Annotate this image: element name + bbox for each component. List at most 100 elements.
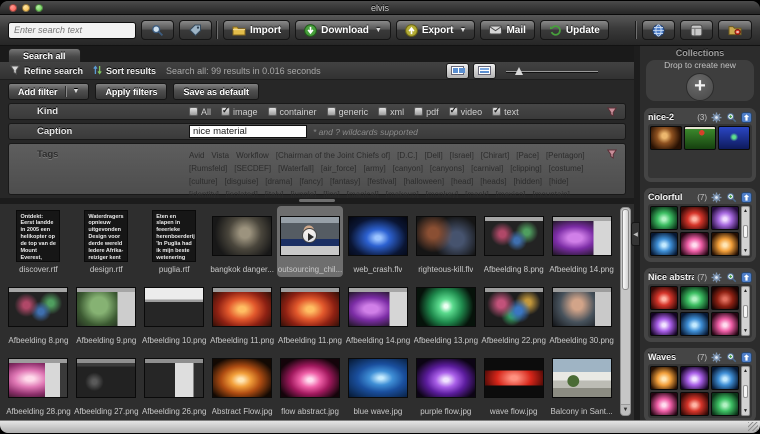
collection-thumb[interactable]	[711, 286, 739, 310]
zoom-icon[interactable]	[725, 111, 737, 123]
kind-checkbox-video[interactable]	[449, 107, 458, 116]
scroll-up-icon[interactable]: ▲	[743, 368, 748, 374]
asset-afbeelding-11-png[interactable]: Afbeelding 11.png	[209, 277, 276, 348]
collection-thumb[interactable]	[650, 206, 678, 230]
asset-afbeelding-13-png[interactable]: Afbeelding 13.png	[412, 277, 479, 348]
tag-item[interactable]: [Waterfall]	[278, 164, 314, 173]
gear-icon[interactable]	[710, 271, 722, 283]
collection-scrollbar[interactable]: ▲▼	[741, 206, 750, 256]
tag-item[interactable]: [fantasy]	[330, 177, 360, 186]
asset-discover-rtf[interactable]: Ontdekt: Eerst landde in 2005 een heliko…	[5, 206, 72, 277]
kind-checkbox-image[interactable]	[221, 107, 230, 116]
scroll-up-icon[interactable]: ▲	[743, 288, 748, 294]
tag-item[interactable]: [Chirart]	[481, 151, 509, 160]
export-icon[interactable]	[740, 351, 752, 363]
asset-afbeelding-10-png[interactable]: Afbeelding 10.png	[141, 277, 208, 348]
collection-thumb[interactable]	[711, 232, 739, 256]
vertical-splitter[interactable]: ◀	[634, 46, 640, 420]
asset-afbeelding-14-png[interactable]: Afbeelding 14.png	[548, 206, 615, 277]
collection-nice-abstracts[interactable]: Nice abstracts (7)▲▼	[644, 268, 756, 342]
asset-afbeelding-22-png[interactable]: Afbeelding 22.png	[480, 277, 547, 348]
browser-button[interactable]	[642, 20, 675, 40]
minimize-window-button[interactable]	[22, 4, 30, 12]
collection-thumb[interactable]	[718, 126, 750, 150]
refine-search-button[interactable]: Refine search	[10, 65, 83, 77]
collection-nice-2[interactable]: nice-2 (3)	[644, 108, 756, 182]
add-filter-button[interactable]: Add filter▼	[8, 83, 89, 100]
tag-search-button[interactable]	[179, 20, 212, 40]
tag-item[interactable]: [D.C.]	[397, 151, 417, 160]
zoom-icon[interactable]	[725, 271, 737, 283]
tag-item[interactable]: [festival]	[367, 177, 396, 186]
tag-item[interactable]: [culture]	[189, 177, 217, 186]
asset-bangkok-danger[interactable]: bangkok danger...	[209, 206, 276, 277]
apply-filters-button[interactable]: Apply filters	[95, 83, 167, 100]
zoom-icon[interactable]	[725, 191, 737, 203]
scroll-down-icon[interactable]: ▼	[743, 248, 748, 254]
thumbnail-size-slider[interactable]	[506, 64, 598, 78]
search-input[interactable]	[8, 22, 136, 39]
scroll-down-icon[interactable]: ▼	[621, 404, 630, 415]
tag-item[interactable]: Avid	[189, 151, 204, 160]
asset-afbeelding-8-png[interactable]: Afbeelding 8.png	[5, 277, 72, 348]
collection-thumb[interactable]	[680, 366, 708, 390]
asset-afbeelding-8-png[interactable]: Afbeelding 8.png	[480, 206, 547, 277]
gear-icon[interactable]	[710, 111, 722, 123]
asset-balcony-in-sant[interactable]: Balcony in Sant...	[548, 348, 615, 419]
tag-item[interactable]: [army]	[363, 164, 385, 173]
scrollbar-thumb[interactable]	[743, 225, 748, 238]
tag-item[interactable]: [canyon]	[393, 164, 423, 173]
kind-checkbox-container[interactable]	[268, 107, 277, 116]
asset-purple-flow-jpg[interactable]: purple flow.jpg	[412, 348, 479, 419]
collection-thumb[interactable]	[650, 392, 678, 416]
export-icon[interactable]	[740, 271, 752, 283]
collection-thumb[interactable]	[680, 206, 708, 230]
export-icon[interactable]	[740, 111, 752, 123]
zoom-window-button[interactable]	[35, 4, 43, 12]
scrollbar-thumb[interactable]	[622, 209, 629, 290]
collection-thumb[interactable]	[711, 206, 739, 230]
tag-item[interactable]: [costume]	[549, 164, 584, 173]
tag-item[interactable]: [carnival]	[471, 164, 503, 173]
slider-handle[interactable]	[515, 67, 523, 75]
scroll-down-icon[interactable]: ▼	[743, 328, 748, 334]
import-button[interactable]: Import	[223, 20, 290, 40]
sort-results-button[interactable]: Sort results	[93, 65, 156, 77]
asset-afbeelding-26-png[interactable]: Afbeelding 26.png	[141, 348, 208, 419]
asset-afbeelding-9-png[interactable]: Afbeelding 9.png	[73, 277, 140, 348]
scrollbar-thumb[interactable]	[743, 305, 748, 318]
collection-thumb[interactable]	[680, 312, 708, 336]
collection-thumb[interactable]	[650, 232, 678, 256]
asset-flow-abstract-jpg[interactable]: flow abstract.jpg	[277, 348, 344, 419]
asset-righteous-kill-flv[interactable]: righteous-kill.flv	[412, 206, 479, 277]
asset-afbeelding-27-png[interactable]: Afbeelding 27.png	[73, 348, 140, 419]
play-icon[interactable]	[302, 228, 317, 243]
tag-item[interactable]: [air_force]	[321, 164, 357, 173]
collection-thumb[interactable]	[711, 312, 739, 336]
tag-item[interactable]: [Dell]	[425, 151, 443, 160]
asset-afbeelding-30-png[interactable]: Afbeelding 30.png	[548, 277, 615, 348]
search-button[interactable]	[141, 20, 174, 40]
add-collection-icon[interactable]: +	[686, 73, 714, 101]
asset-wave-flow-jpg[interactable]: wave flow.jpg	[480, 348, 547, 419]
collapse-panel-button[interactable]: ◀	[631, 222, 640, 246]
gear-icon[interactable]	[710, 351, 722, 363]
collection-thumb[interactable]	[650, 126, 682, 150]
collection-thumb[interactable]	[684, 126, 716, 150]
asset-puglia-rtf[interactable]: Eten en slapen in feeerieke herenboerder…	[141, 206, 208, 277]
layout-button[interactable]	[680, 20, 713, 40]
collection-thumb[interactable]	[680, 286, 708, 310]
asset-outsourcing-chil[interactable]: outsourcing_chil...	[277, 206, 344, 277]
kind-checkbox-pdf[interactable]	[414, 107, 423, 116]
tag-item[interactable]: Vista	[211, 151, 229, 160]
asset-afbeelding-11-png[interactable]: Afbeelding 11.png	[277, 277, 344, 348]
tag-item[interactable]: [Rumsfeld]	[189, 164, 227, 173]
collection-thumb[interactable]	[711, 366, 739, 390]
asset-design-rtf[interactable]: Waterdragers opnieuw uitgevonden Design …	[73, 206, 140, 277]
asset-afbeelding-28-png[interactable]: Afbeelding 28.png	[5, 348, 72, 419]
kind-filter-funnel-icon[interactable]	[607, 107, 617, 117]
tag-item[interactable]: [SECDEF]	[234, 164, 271, 173]
close-window-button[interactable]	[9, 4, 17, 12]
tag-item[interactable]: [Pentagon]	[546, 151, 585, 160]
kind-checkbox-text[interactable]	[492, 107, 501, 116]
